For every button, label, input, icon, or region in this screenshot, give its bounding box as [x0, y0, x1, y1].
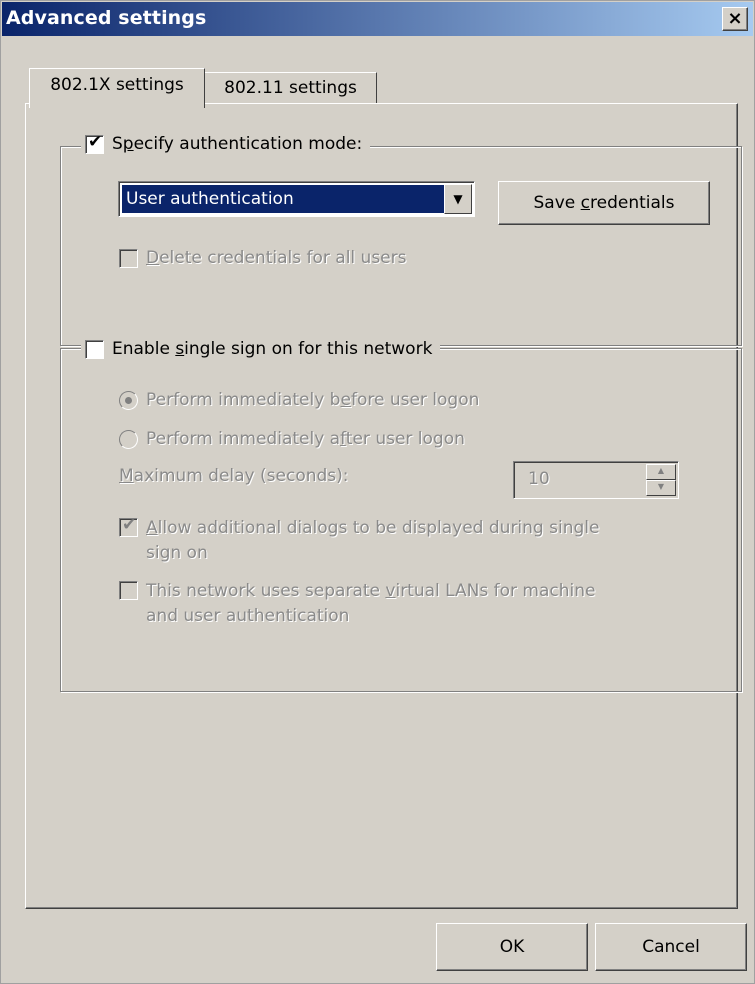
authentication-mode-select[interactable]: User authentication ▼	[118, 181, 475, 217]
title-bar[interactable]: Advanced settings ×	[2, 2, 753, 36]
tab-label: 802.1X settings	[50, 75, 184, 95]
radio-dot-icon	[125, 396, 132, 404]
allow-dialogs-row: ✔ Allow additional dialogs to be display…	[119, 515, 600, 566]
spinner-buttons: ▲ ▼	[646, 464, 676, 496]
select-value: User authentication	[122, 185, 444, 213]
tab-802-11-settings[interactable]: 802.11 settings	[205, 72, 377, 104]
tab-label: 802.11 settings	[224, 78, 357, 98]
spin-up-icon[interactable]: ▲	[646, 464, 676, 480]
before-logon-row: Perform immediately before user logon	[119, 390, 479, 410]
spin-down-icon[interactable]: ▼	[646, 480, 676, 496]
dropdown-arrow-icon[interactable]: ▼	[444, 184, 472, 214]
checkmark-icon: ✔	[122, 515, 137, 535]
max-delay-spinner[interactable]: 10 ▲ ▼	[513, 461, 679, 499]
delete-credentials-label: Delete credentials for all users	[146, 248, 407, 268]
separate-vlans-label: This network uses separate virtual LANs …	[146, 581, 596, 626]
tab-802-1x-settings[interactable]: 802.1X settings	[29, 68, 205, 108]
ok-button[interactable]: OK	[436, 923, 588, 971]
specify-auth-mode-label: Specify authentication mode:	[112, 134, 363, 154]
before-logon-radio[interactable]	[119, 390, 138, 410]
checkmark-icon: ✔	[88, 131, 103, 152]
allow-dialogs-label: Allow additional dialogs to be displayed…	[146, 518, 600, 563]
delete-credentials-row: Delete credentials for all users	[119, 248, 406, 268]
before-logon-label: Perform immediately before user logon	[146, 390, 480, 410]
close-button[interactable]: ×	[722, 7, 748, 31]
enable-sso-checkbox[interactable]	[85, 339, 104, 359]
advanced-settings-dialog: Advanced settings × 802.1X settings 802.…	[0, 0, 755, 984]
after-logon-label: Perform immediately after user logon	[146, 429, 465, 449]
delete-credentials-checkbox[interactable]	[119, 248, 138, 268]
allow-dialogs-checkbox[interactable]: ✔	[119, 515, 138, 537]
specify-auth-mode-checkbox[interactable]: ✔	[85, 131, 104, 154]
separate-vlans-row: This network uses separate virtual LANs …	[119, 579, 595, 629]
after-logon-row: Perform immediately after user logon	[119, 429, 465, 449]
authentication-mode-group	[60, 146, 742, 346]
specify-auth-mode-row: ✔ Specify authentication mode:	[81, 131, 371, 154]
max-delay-row: Maximum delay (seconds):	[119, 466, 349, 486]
max-delay-label: Maximum delay (seconds):	[119, 466, 349, 486]
dialog-title: Advanced settings	[6, 7, 207, 29]
max-delay-value: 10	[528, 469, 550, 489]
save-credentials-button[interactable]: Save credentials	[498, 181, 710, 225]
separate-vlans-checkbox[interactable]	[119, 581, 138, 600]
close-icon: ×	[727, 8, 743, 29]
enable-sso-label: Enable single sign on for this network	[112, 339, 433, 359]
cancel-button[interactable]: Cancel	[595, 923, 747, 971]
enable-sso-row: Enable single sign on for this network	[81, 339, 441, 359]
after-logon-radio[interactable]	[119, 429, 138, 449]
